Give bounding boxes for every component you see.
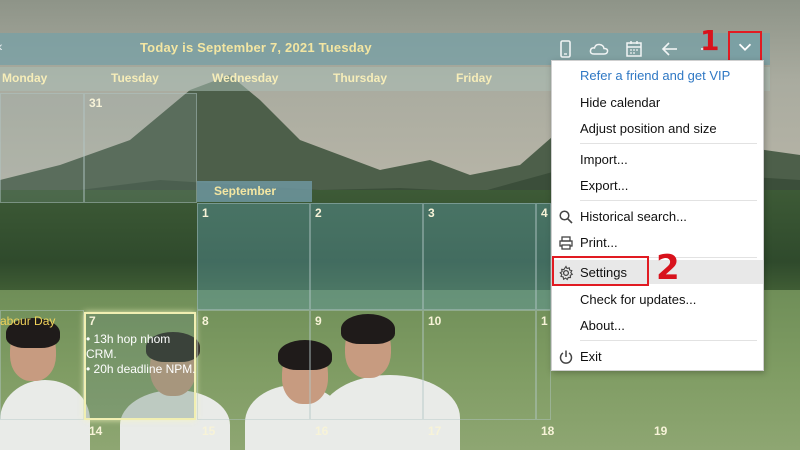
weekday-thursday: Thursday: [333, 71, 388, 85]
event-item[interactable]: • 13h hop nhom CRM.: [86, 332, 196, 362]
day-number: 16: [315, 424, 329, 438]
day-number: 9: [315, 314, 322, 328]
phone-icon[interactable]: [554, 38, 576, 60]
day-cell[interactable]: [310, 310, 423, 420]
chevron-down-icon: [738, 43, 752, 51]
day-number: 19: [654, 424, 668, 438]
month-label: September: [197, 181, 312, 202]
printer-icon: [558, 235, 574, 251]
day-number: 18: [541, 424, 555, 438]
power-icon: [558, 349, 574, 365]
step-1-annotation: 1: [700, 24, 720, 57]
back-arrow-icon[interactable]: [659, 38, 681, 60]
menu-separator: [580, 340, 757, 341]
menu-item-label: Print...: [580, 235, 618, 250]
menu-item-historical-search[interactable]: Historical search...: [552, 204, 763, 228]
menu-item-label: Exit: [580, 349, 602, 364]
context-menu: Refer a friend and get VIP Hide calendar…: [551, 60, 764, 371]
step-2-annotation: 2: [656, 248, 680, 288]
day-number: 17: [428, 424, 442, 438]
menu-item-refer-vip[interactable]: Refer a friend and get VIP: [552, 63, 763, 87]
day-number: 2: [315, 206, 322, 220]
day-number: 14: [89, 424, 103, 438]
calendar-icon[interactable]: [623, 38, 645, 60]
search-icon: [558, 209, 574, 225]
day-number: 8: [202, 314, 209, 328]
menu-item-label: Historical search...: [580, 209, 687, 224]
weekday-wednesday: Wednesday: [212, 71, 279, 85]
event-item[interactable]: • 20h deadline NPM.: [86, 362, 196, 377]
day-number: 31: [89, 96, 103, 110]
menu-separator: [580, 143, 757, 144]
menu-item-about[interactable]: About...: [552, 313, 763, 337]
day-cell[interactable]: [0, 93, 84, 203]
day-number: 4: [541, 206, 548, 220]
cloud-icon[interactable]: [588, 38, 610, 60]
day-cell[interactable]: [197, 203, 310, 310]
settings-highlight-box: [552, 256, 649, 286]
menu-item-exit[interactable]: Exit: [552, 344, 763, 368]
day-cell[interactable]: [310, 203, 423, 310]
caret-left-icon[interactable]: ‹: [0, 38, 3, 54]
weekday-friday: Friday: [456, 71, 493, 85]
day-cell[interactable]: [423, 203, 536, 310]
day-number: 1: [541, 314, 548, 328]
day-cell[interactable]: [197, 310, 310, 420]
menu-item-export[interactable]: Export...: [552, 173, 763, 197]
menu-item-adjust-position[interactable]: Adjust position and size: [552, 116, 763, 140]
weekday-tuesday: Tuesday: [111, 71, 159, 85]
dropdown-menu-button[interactable]: [728, 31, 762, 62]
menu-item-hide-calendar[interactable]: Hide calendar: [552, 90, 763, 114]
day-number: 1: [202, 206, 209, 220]
menu-item-import[interactable]: Import...: [552, 147, 763, 171]
weekday-monday: Monday: [2, 71, 48, 85]
day-number: 15: [202, 424, 216, 438]
menu-item-check-updates[interactable]: Check for updates...: [552, 287, 763, 311]
day-number: 7: [89, 314, 96, 328]
event-list[interactable]: • 13h hop nhom CRM. • 20h deadline NPM.: [86, 332, 196, 377]
today-label: Today is September 7, 2021 Tuesday: [140, 40, 372, 55]
menu-separator: [580, 200, 757, 201]
day-number: 10: [428, 314, 442, 328]
holiday-label: abour Day: [0, 314, 56, 328]
day-number: 3: [428, 206, 435, 220]
